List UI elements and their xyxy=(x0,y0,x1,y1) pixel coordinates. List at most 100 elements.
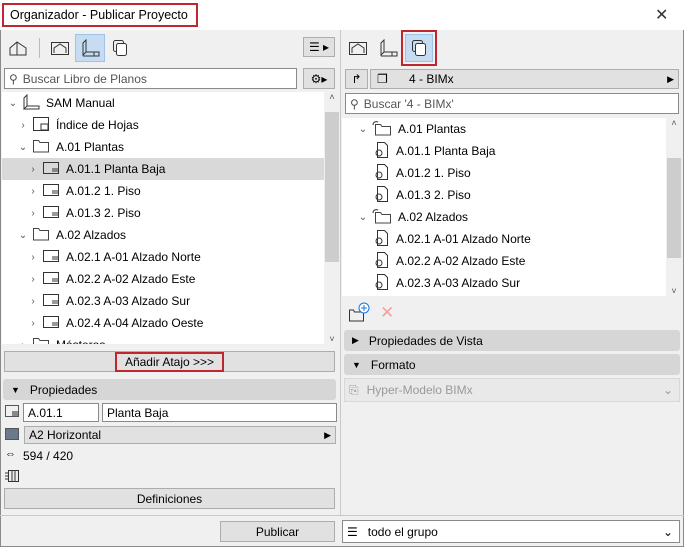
set-item[interactable]: A.02.3 A-03 Alzado Sur xyxy=(342,272,666,294)
footer-divider xyxy=(0,515,684,516)
chevron-right-icon[interactable]: › xyxy=(28,164,38,175)
collapse-triangle-icon: ▼ xyxy=(352,359,361,370)
layout-book-icon[interactable] xyxy=(373,34,403,62)
folder-icon xyxy=(32,336,50,344)
set-item-label: A.02.1 A-01 Alzado Norte xyxy=(396,232,531,246)
format-select[interactable]: ⎘ Hyper-Modelo BIMx ⌄ xyxy=(344,378,680,402)
tree-item[interactable]: › A.02.3 A-03 Alzado Sur xyxy=(2,290,324,312)
set-item-label: A.01.3 2. Piso xyxy=(396,188,471,202)
layout-book-icon[interactable] xyxy=(75,34,105,62)
search-icon: ⚲ xyxy=(350,96,359,111)
tree-item[interactable]: ⌄ A.02 Alzados xyxy=(2,224,324,246)
sheet-icon xyxy=(42,270,60,289)
chevron-right-icon[interactable]: › xyxy=(28,274,38,285)
view-icon xyxy=(374,141,390,162)
sheet-icon xyxy=(42,292,60,311)
set-item[interactable]: A.01.1 Planta Baja xyxy=(342,140,666,162)
view-properties-header[interactable]: ▶ Propiedades de Vista xyxy=(344,330,680,351)
tree-item[interactable]: ⌄ SAM Manual xyxy=(2,92,324,114)
chevron-right-icon[interactable]: › xyxy=(28,318,38,329)
tree-item-label: A.01.3 2. Piso xyxy=(66,206,141,220)
close-icon[interactable]: ✕ xyxy=(655,5,668,25)
tree-item[interactable]: › A.01.3 2. Piso xyxy=(2,202,324,224)
menu-button[interactable]: ☰ ▸ xyxy=(303,37,335,57)
chevron-down-icon[interactable]: ⌄ xyxy=(8,98,18,109)
grid-icon xyxy=(5,470,19,485)
delete-icon[interactable]: ✕ xyxy=(380,303,394,323)
tree-item[interactable]: › A.02.1 A-01 Alzado Norte xyxy=(2,246,324,268)
new-folder-icon[interactable] xyxy=(348,302,370,325)
publisher-set-tree: ⌄ A.01 Plantas A.01.1 Planta Baja A.01.2 1.… xyxy=(342,118,666,296)
sheet-name-field[interactable]: Planta Baja xyxy=(102,403,337,422)
tree-item-label: A.01.1 Planta Baja xyxy=(66,162,166,176)
sheet-icon xyxy=(42,248,60,267)
set-folder-icon xyxy=(372,208,392,227)
set-item-label: A.02.3 A-03 Alzado Sur xyxy=(396,276,521,290)
set-item-label: A.01.2 1. Piso xyxy=(396,166,471,180)
set-item[interactable]: A.01.3 2. Piso xyxy=(342,184,666,206)
chevron-right-icon[interactable]: › xyxy=(18,120,28,131)
tree-item[interactable]: › Índice de Hojas xyxy=(2,114,324,136)
gear-icon: ⚙▸ xyxy=(310,71,328,86)
left-tree-scrollbar[interactable]: ˄ ˅ xyxy=(324,92,340,344)
chevron-right-icon[interactable]: › xyxy=(28,186,38,197)
project-map-icon[interactable] xyxy=(3,34,33,62)
publisher-sets-button[interactable] xyxy=(401,30,437,66)
add-shortcut-button[interactable]: Añadir Atajo >>> xyxy=(4,351,335,372)
tree-item[interactable]: › A.02.4 A-04 Alzado Oeste xyxy=(2,312,324,334)
right-search-input[interactable]: ⚲ Buscar '4 - BIMx' xyxy=(345,93,679,114)
chevron-right-icon[interactable]: › xyxy=(18,340,28,345)
publisher-set-select[interactable]: ❐ 4 - BIMx ▶ xyxy=(370,69,679,89)
layout-book-tree: ⌄ SAM Manual › Índice de Hojas ⌄ A.01 Plantas… xyxy=(2,92,324,344)
tree-item[interactable]: › Másteros xyxy=(2,334,324,344)
search-icon: ⚲ xyxy=(9,71,18,86)
sheet-id-field[interactable]: A.01.1 xyxy=(23,403,99,422)
book-icon xyxy=(22,93,40,113)
master-layout-select[interactable]: A2 Horizontal ▶ xyxy=(24,426,336,444)
chevron-down-icon[interactable]: ⌄ xyxy=(18,230,28,241)
view-icon xyxy=(374,273,390,294)
tree-item[interactable]: › A.01.2 1. Piso xyxy=(2,180,324,202)
chevron-right-icon[interactable]: › xyxy=(28,252,38,263)
tree-item[interactable]: › A.01.1 Planta Baja xyxy=(2,158,324,180)
set-item[interactable]: ⌄ A.01 Plantas xyxy=(342,118,666,140)
set-item[interactable]: ⌄ A.02 Alzados xyxy=(342,206,666,228)
set-item-label: A.01 Plantas xyxy=(398,122,467,136)
view-icon xyxy=(374,185,390,206)
publisher-sets-icon[interactable] xyxy=(105,34,135,62)
expand-triangle-icon: ▶ xyxy=(352,335,359,345)
left-search-input[interactable]: ⚲ Buscar Libro de Planos xyxy=(4,68,297,89)
set-item[interactable]: A.02.2 A-02 Alzado Este xyxy=(342,250,666,272)
folder-icon xyxy=(32,138,50,157)
sheet-size-text: 594 / 420 xyxy=(23,449,74,463)
set-folder-icon xyxy=(372,120,392,139)
tree-item-label: A.01.2 1. Piso xyxy=(66,184,141,198)
chevron-right-icon[interactable]: › xyxy=(28,208,38,219)
definitions-button[interactable]: Definiciones xyxy=(4,488,335,509)
tree-item[interactable]: ⌄ A.01 Plantas xyxy=(2,136,324,158)
chevron-right-icon[interactable]: › xyxy=(28,296,38,307)
chevron-down-icon[interactable]: ⌄ xyxy=(358,124,368,135)
go-up-button[interactable]: ↱ xyxy=(345,69,368,89)
tree-item-label: A.02.1 A-01 Alzado Norte xyxy=(66,250,201,264)
sheet-icon xyxy=(42,182,60,201)
publish-button[interactable]: Publicar xyxy=(220,521,335,542)
set-item[interactable]: A.02.1 A-01 Alzado Norte xyxy=(342,228,666,250)
format-header[interactable]: ▼ Formato xyxy=(344,354,680,375)
tree-item[interactable]: › A.02.2 A-02 Alzado Este xyxy=(2,268,324,290)
view-map-icon[interactable] xyxy=(45,34,75,62)
chevron-down-icon[interactable]: ⌄ xyxy=(18,142,28,153)
chevron-down-icon[interactable]: ⌄ xyxy=(358,212,368,223)
right-tree-scrollbar[interactable]: ˄ ˅ xyxy=(666,118,682,296)
publisher-sets-icon xyxy=(412,40,426,56)
set-item-label: A.02.2 A-02 Alzado Este xyxy=(396,254,526,268)
sheet-icon xyxy=(42,204,60,223)
list-icon: ☰ xyxy=(347,524,358,539)
settings-button[interactable]: ⚙▸ xyxy=(303,68,335,89)
set-item[interactable]: A.01.2 1. Piso xyxy=(342,162,666,184)
menu-icon: ☰ ▸ xyxy=(308,40,330,54)
tree-item-label: Másteros xyxy=(56,338,105,344)
properties-header[interactable]: ▼ Propiedades xyxy=(3,379,336,400)
publish-scope-select[interactable]: ☰ todo el grupo ⌄ xyxy=(342,520,680,543)
view-map-icon[interactable] xyxy=(343,34,373,62)
